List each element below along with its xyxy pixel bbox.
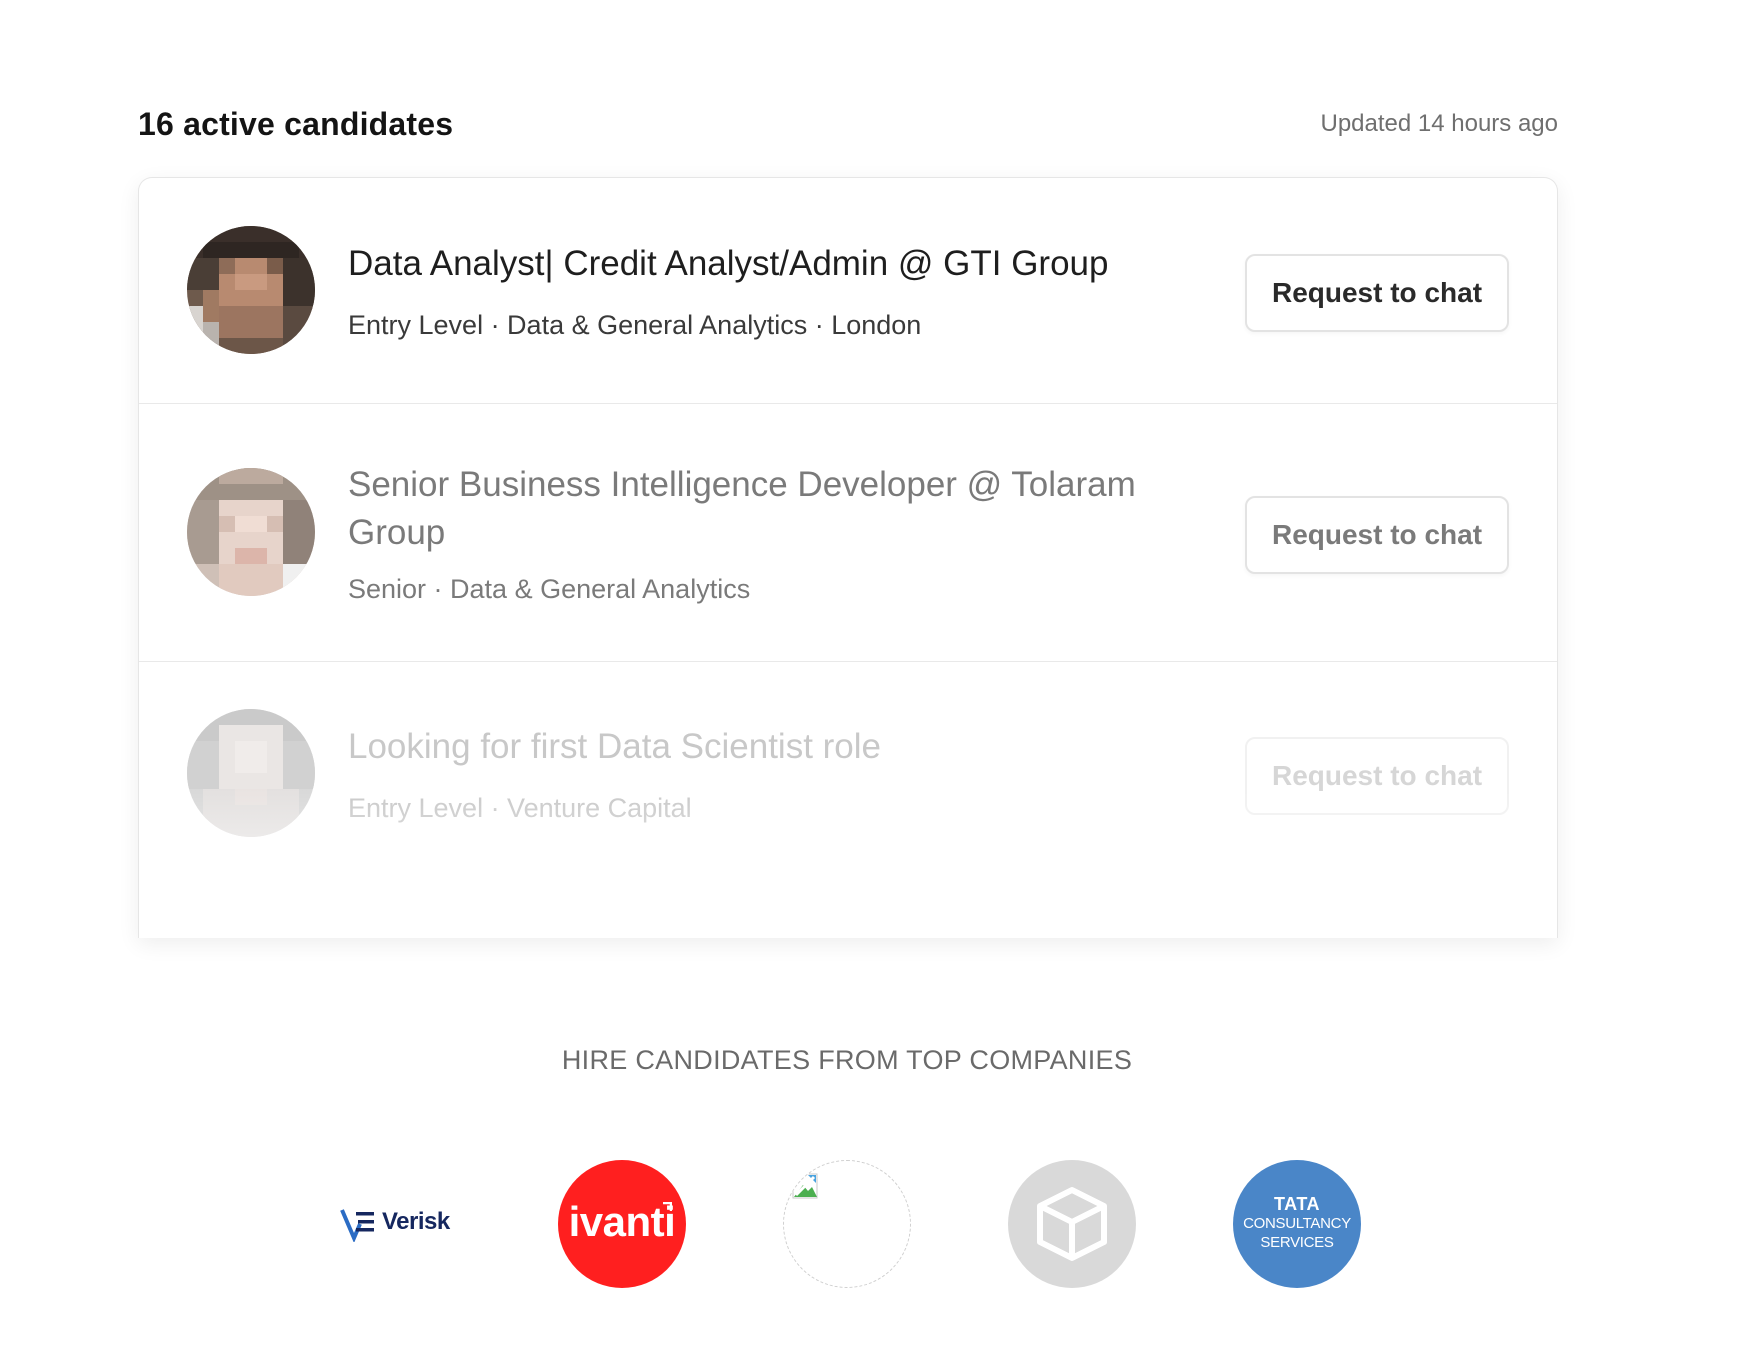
- request-to-chat-button[interactable]: Request to chat: [1245, 737, 1509, 815]
- cube-placeholder-icon: [1008, 1160, 1136, 1288]
- verisk-logo: Verisk: [330, 1160, 458, 1288]
- broken-image-icon: [783, 1160, 911, 1288]
- companies-section-title: HIRE CANDIDATES FROM TOP COMPANIES: [561, 1045, 1133, 1075]
- ivanti-corner-icon: [663, 1202, 672, 1211]
- cube-icon: [1037, 1187, 1107, 1261]
- candidate-title: Looking for first Data Scientist role: [348, 727, 882, 766]
- candidate-row[interactable]: Senior Business Intelligence Developer @…: [139, 403, 1557, 662]
- company-logos: Verisk ivanti TATA CONSULTANCY SERVICES: [0, 1160, 1756, 1290]
- request-to-chat-button[interactable]: Request to chat: [1245, 254, 1509, 332]
- candidate-meta: Entry Level · Venture Capital: [348, 793, 692, 823]
- candidate-meta: Entry Level · Data & General Analytics ·…: [348, 310, 922, 340]
- candidate-avatar: [187, 226, 315, 354]
- candidate-row[interactable]: Data Analyst| Credit Analyst/Admin @ GTI…: [139, 178, 1557, 404]
- updated-timestamp: Updated 14 hours ago: [1320, 110, 1558, 137]
- candidate-row[interactable]: Looking for first Data Scientist role En…: [139, 661, 1557, 938]
- candidates-header: 16 active candidates Updated 14 hours ag…: [138, 100, 1558, 150]
- candidates-card: Data Analyst| Credit Analyst/Admin @ GTI…: [138, 177, 1558, 938]
- candidate-avatar: [187, 709, 315, 837]
- candidate-avatar: [187, 468, 315, 596]
- tcs-line-2: CONSULTANCY: [1243, 1215, 1351, 1232]
- candidate-title: Data Analyst| Credit Analyst/Admin @ GTI…: [348, 244, 1109, 283]
- candidate-meta: Senior · Data & General Analytics: [348, 574, 751, 604]
- verisk-wordmark: Verisk: [382, 1208, 450, 1235]
- verisk-mark-icon: [340, 1209, 374, 1242]
- tcs-logo: TATA CONSULTANCY SERVICES: [1233, 1160, 1361, 1288]
- tcs-line-1: TATA: [1274, 1194, 1320, 1214]
- candidate-title: Senior Business Intelligence Developer @…: [348, 465, 1136, 552]
- tcs-line-3: SERVICES: [1260, 1234, 1334, 1251]
- active-candidates-count: 16 active candidates: [138, 106, 454, 142]
- request-to-chat-button[interactable]: Request to chat: [1245, 496, 1509, 574]
- broken-image-glyph-icon: [792, 1173, 818, 1199]
- ivanti-logo: ivanti: [558, 1160, 686, 1288]
